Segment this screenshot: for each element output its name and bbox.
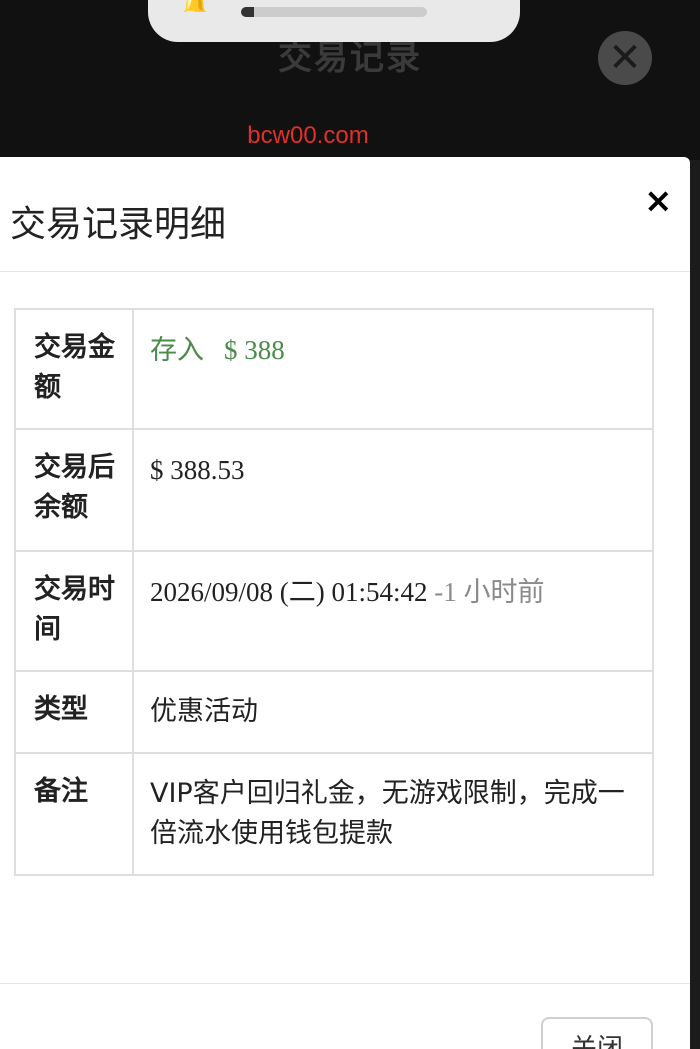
- row-label-type: 类型: [14, 670, 134, 754]
- row-value-note: VIP客户回归礼金，无游戏限制，完成一倍流水使用钱包提款: [132, 752, 654, 876]
- close-icon[interactable]: ×: [644, 181, 673, 221]
- row-label-amount: 交易金额: [14, 308, 134, 430]
- bell-icon: 🔔: [180, 0, 206, 12]
- row-value-balance: $ 388.53: [132, 428, 654, 552]
- transaction-detail-table: 交易金额 存入 $ 388 交易后余额 $ 388.53 交易时间 2026/09…: [14, 308, 654, 876]
- table-row-balance: 交易后余额 $ 388.53: [14, 428, 654, 552]
- header-divider: [0, 271, 690, 272]
- relative-time: -1 小时前: [434, 577, 545, 607]
- row-label-balance: 交易后余额: [14, 428, 134, 552]
- close-button[interactable]: 关闭: [541, 1017, 653, 1049]
- row-value-amount: 存入 $ 388: [132, 308, 654, 430]
- notification-pill: 🔔: [148, 0, 520, 42]
- transaction-type-text: 存入: [150, 335, 204, 366]
- row-label-time: 交易时间: [14, 550, 134, 672]
- transaction-datetime: 2026/09/08 (二) 01:54:42: [150, 577, 428, 607]
- watermark-text: bcw00.com: [247, 122, 369, 149]
- background-close-icon[interactable]: ✕: [598, 31, 652, 85]
- transaction-detail-modal: 交易记录明细 × 交易金额 存入 $ 388 交易后余额 $ 388.53 交易时…: [0, 157, 690, 1049]
- footer-divider: [0, 983, 690, 984]
- row-label-note: 备注: [14, 752, 134, 876]
- table-row-time: 交易时间 2026/09/08 (二) 01:54:42 -1 小时前: [14, 550, 654, 672]
- row-value-type: 优惠活动: [132, 670, 654, 754]
- table-row-type: 类型 优惠活动: [14, 670, 654, 754]
- notification-progress-bar: [241, 7, 427, 17]
- row-value-time: 2026/09/08 (二) 01:54:42 -1 小时前: [132, 550, 654, 672]
- table-row-amount: 交易金额 存入 $ 388: [14, 308, 654, 430]
- modal-title: 交易记录明细: [10, 204, 227, 245]
- table-row-note: 备注 VIP客户回归礼金，无游戏限制，完成一倍流水使用钱包提款: [14, 752, 654, 876]
- notification-progress-fill: [241, 7, 255, 17]
- transaction-amount: $ 388: [224, 335, 285, 365]
